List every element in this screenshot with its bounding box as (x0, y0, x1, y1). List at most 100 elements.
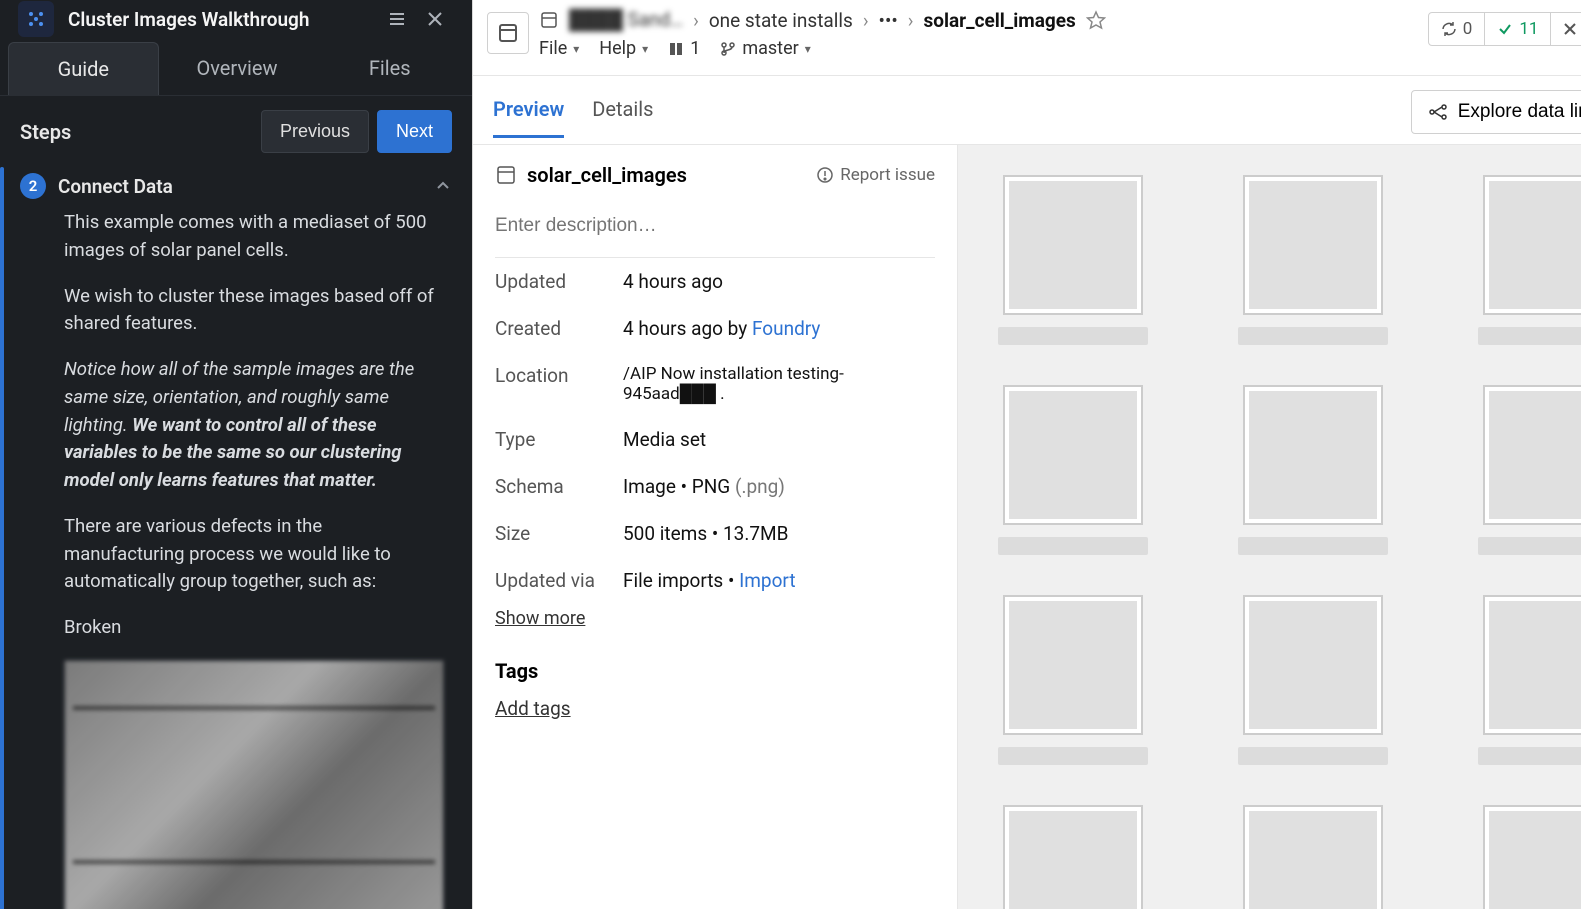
thumbnail-grid (998, 175, 1581, 909)
chevron-right-icon: › (908, 9, 914, 32)
step-accent (0, 167, 4, 909)
thumbnail-caption (1478, 537, 1581, 555)
tab-details[interactable]: Details (592, 97, 653, 138)
main-panel: ████ Sand… › one state installs › ••• › … (472, 0, 1581, 909)
thumbnail-item[interactable] (998, 175, 1148, 345)
thumbnail-image (1003, 385, 1143, 525)
close-icon[interactable] (416, 0, 454, 38)
meta-schema: Schema Image • PNG (.png) (495, 463, 935, 510)
explore-lineage-button[interactable]: Explore data lineage (1411, 90, 1581, 134)
top-bar: ████ Sand… › one state installs › ••• › … (473, 0, 1581, 76)
main-tabs: Preview Details Explore data lineage (473, 76, 1581, 145)
thumbnail-image (1483, 385, 1581, 525)
broken-label: Broken (64, 614, 444, 642)
crumb-2[interactable]: one state installs (709, 9, 853, 32)
thumbnail-image (1003, 175, 1143, 315)
foundry-link[interactable]: Foundry (752, 317, 820, 340)
error-badge[interactable]: 0 (1551, 13, 1581, 45)
details-column: solar_cell_images Report issue Updated 4… (473, 145, 958, 909)
step-body: This example comes with a mediaset of 50… (0, 209, 472, 909)
description-input[interactable] (495, 195, 935, 258)
step-p2: We wish to cluster these images based of… (64, 283, 444, 339)
thumbnail-image (1483, 595, 1581, 735)
thumbnail-item[interactable] (998, 595, 1148, 765)
meta-updated-via: Updated via File imports • Import (495, 557, 935, 604)
next-button[interactable]: Next (377, 110, 452, 153)
sidebar-tabs: Guide Overview Files (0, 38, 472, 96)
thumbnail-caption (1238, 537, 1388, 555)
add-tags-link[interactable]: Add tags (495, 697, 935, 720)
meta-size: Size 500 items • 13.7MB (495, 510, 935, 557)
step-container: 2 Connect Data This example comes with a… (0, 167, 472, 909)
crumb-1[interactable]: ████ Sand… (569, 8, 683, 32)
thumbnail-image (1243, 805, 1383, 909)
thumbnail-caption (998, 747, 1148, 765)
status-badges: 0 11 0 (1428, 12, 1581, 46)
branch-selector[interactable]: master▾ (720, 38, 810, 59)
refresh-badge[interactable]: 0 (1429, 13, 1486, 45)
meta-location: Location /AIP Now installation testing-9… (495, 352, 935, 416)
thumbnail-item[interactable] (1238, 595, 1388, 765)
step-p1: This example comes with a mediaset of 50… (64, 209, 444, 265)
thumbnail-item[interactable] (1238, 385, 1388, 555)
import-link[interactable]: Import (739, 569, 795, 592)
steps-bar: Steps Previous Next (0, 96, 472, 167)
chevron-right-icon: › (863, 9, 869, 32)
thumbnail-image (1003, 805, 1143, 909)
thumbnail-image (1243, 385, 1383, 525)
breadcrumb: ████ Sand… › one state installs › ••• › … (539, 8, 1418, 32)
home-icon[interactable] (487, 12, 529, 54)
dataset-title: solar_cell_images (527, 163, 806, 187)
crumb-current: solar_cell_images (923, 9, 1075, 32)
tab-guide[interactable]: Guide (8, 42, 159, 95)
star-icon[interactable] (1086, 10, 1106, 30)
report-issue-button[interactable]: Report issue (816, 165, 935, 185)
thumbnail-caption (1478, 327, 1581, 345)
dataset-icon (495, 164, 517, 186)
tab-overview[interactable]: Overview (163, 42, 312, 95)
thumbnail-caption (998, 327, 1148, 345)
tags-heading: Tags (495, 659, 935, 683)
hamburger-icon[interactable] (378, 0, 416, 38)
thumbnail-item[interactable] (998, 385, 1148, 555)
help-menu[interactable]: Help▾ (599, 38, 648, 59)
tab-preview[interactable]: Preview (493, 97, 564, 138)
step-p4: There are various defects in the manufac… (64, 513, 444, 596)
dataset-header: solar_cell_images Report issue (495, 163, 935, 187)
thumbnail-item[interactable] (1478, 805, 1581, 909)
tab-files[interactable]: Files (315, 42, 464, 95)
thumbnail-image (1243, 595, 1383, 735)
thumbnail-item[interactable] (1478, 385, 1581, 555)
thumbnail-item[interactable] (1238, 175, 1388, 345)
previous-button[interactable]: Previous (261, 110, 369, 153)
thumbnail-item[interactable] (1478, 595, 1581, 765)
thumbnail-caption (1238, 747, 1388, 765)
thumbnail-item[interactable] (998, 805, 1148, 909)
thumbnail-item[interactable] (1238, 805, 1388, 909)
meta-updated: Updated 4 hours ago (495, 258, 935, 305)
thumbnail-item[interactable] (1478, 175, 1581, 345)
step-title: Connect Data (58, 175, 422, 198)
meta-created: Created 4 hours ago by Foundry (495, 305, 935, 352)
thumbnail-caption (1238, 327, 1388, 345)
thumbnail-caption (1478, 747, 1581, 765)
thumbnail-image (1483, 805, 1581, 909)
chevron-right-icon: › (693, 9, 699, 32)
columns-indicator[interactable]: 1 (668, 38, 700, 59)
steps-label: Steps (20, 120, 253, 144)
chevron-up-icon[interactable] (434, 177, 452, 195)
step-p3: Notice how all of the sample images are … (64, 356, 444, 495)
thumbnail-image (1243, 175, 1383, 315)
thumbnail-caption (998, 537, 1148, 555)
step-number-badge: 2 (20, 173, 46, 199)
show-more-link[interactable]: Show more (495, 608, 935, 629)
app-title: Cluster Images Walkthrough (68, 8, 378, 31)
step-header[interactable]: 2 Connect Data (0, 167, 472, 209)
thumbnail-image (1483, 175, 1581, 315)
file-menu[interactable]: File▾ (539, 38, 579, 59)
success-badge[interactable]: 11 (1485, 13, 1551, 45)
content-area: solar_cell_images Report issue Updated 4… (473, 145, 1581, 909)
broken-sample-image (64, 660, 444, 909)
crumb-ellipsis[interactable]: ••• (879, 9, 898, 32)
sidebar-header: Cluster Images Walkthrough (0, 0, 472, 38)
